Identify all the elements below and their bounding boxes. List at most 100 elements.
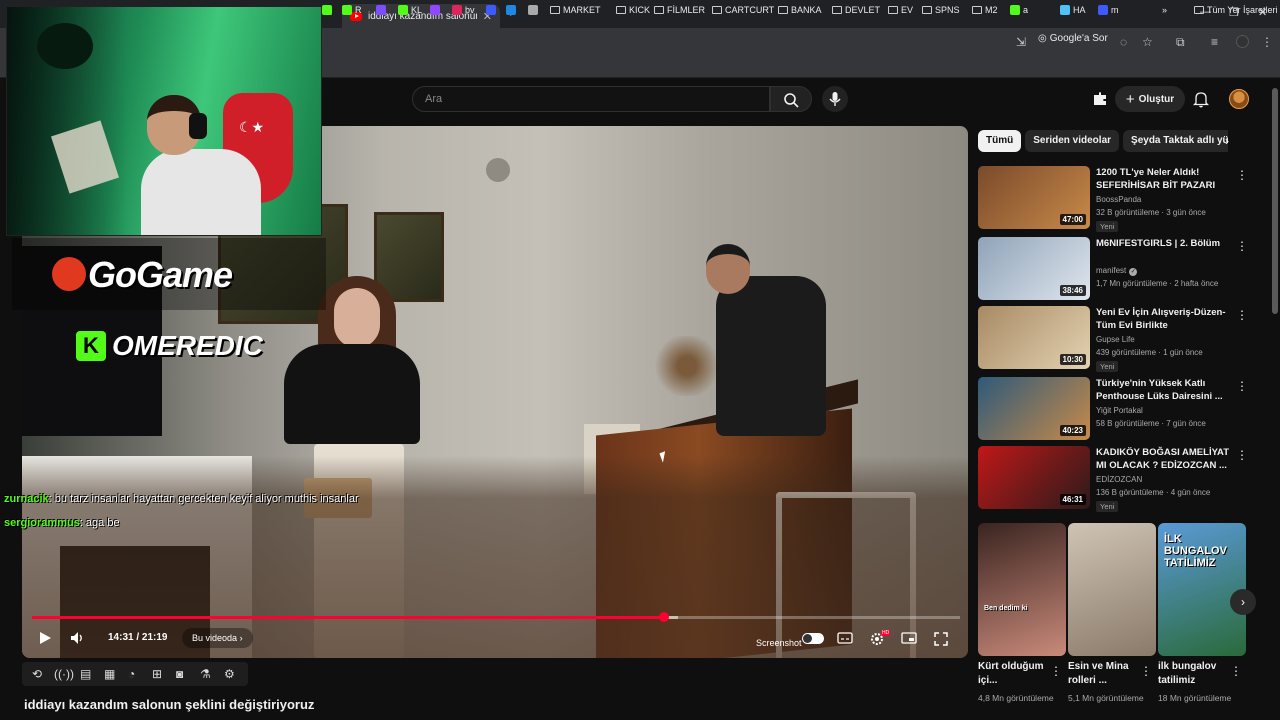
notifications-bell-icon[interactable]: [1193, 90, 1209, 108]
bookmark-favicon-link[interactable]: [430, 5, 440, 15]
more-options-icon[interactable]: ⋮: [1236, 239, 1248, 253]
extension-settings-icon[interactable]: ⚙: [224, 667, 235, 681]
bookmark-item[interactable]: FİLMLER: [654, 5, 705, 15]
video-thumbnail[interactable]: 47:00: [978, 166, 1090, 229]
video-thumbnail[interactable]: 38:46: [978, 237, 1090, 300]
bookmark-item[interactable]: KICK: [616, 5, 650, 15]
view-count-date: 1,7 Mn görüntüleme · 2 hafta önce: [1096, 279, 1219, 288]
bookmark-favicon-link[interactable]: [322, 5, 332, 15]
bookmark-item[interactable]: M2: [972, 5, 998, 15]
bookmark-item[interactable]: a: [1010, 5, 1028, 15]
subtitles-icon[interactable]: [837, 631, 853, 645]
recommended-video[interactable]: 40:23 Türkiye'nin Yüksek Katlı Penthouse …: [978, 377, 1248, 441]
video-thumbnail[interactable]: 46:31: [978, 446, 1090, 509]
google-ask-button[interactable]: ◎ Google'a Sor: [1038, 33, 1108, 44]
speed-gauge-icon[interactable]: ◔: [128, 667, 135, 681]
bookmark-favicon-icon: [486, 5, 496, 15]
bookmark-star-icon[interactable]: ☆: [1142, 35, 1153, 49]
install-app-icon[interactable]: ⇲: [1016, 35, 1026, 49]
video-title-link[interactable]: Türkiye'nin Yüksek Katlı Penthouse Lüks …: [1096, 377, 1232, 403]
short-thumbnail[interactable]: [1068, 523, 1156, 656]
all-bookmarks-link[interactable]: Tüm Yer İşaretleri: [1194, 5, 1278, 15]
short-title[interactable]: Esin ve Mina rolleri ...: [1068, 660, 1144, 688]
add-to-queue-icon[interactable]: ⊞: [152, 667, 162, 681]
more-options-icon[interactable]: ⋮: [1236, 308, 1248, 322]
search-input[interactable]: Ara: [412, 86, 770, 112]
shorts-next-button[interactable]: ›: [1230, 589, 1256, 615]
channel-name[interactable]: manifest ✓: [1096, 266, 1138, 276]
bookmark-favicon-link[interactable]: [486, 5, 496, 15]
bookmarks-overflow-icon[interactable]: »: [1162, 5, 1167, 15]
video-title-link[interactable]: 1200 TL'ye Neler Aldık! SEFERİHİSAR BİT …: [1096, 166, 1232, 192]
channel-name[interactable]: EDİZOZCAN: [1096, 475, 1142, 484]
bookmark-item[interactable]: DEVLET: [832, 5, 880, 15]
filter-chip[interactable]: Şeyda Taktak adlı yük: [1123, 130, 1228, 152]
more-options-icon[interactable]: ⋮: [1236, 168, 1248, 182]
bookmark-item[interactable]: KL: [398, 5, 422, 15]
fullscreen-icon[interactable]: [933, 631, 949, 647]
bookmark-item[interactable]: EV: [888, 5, 913, 15]
chat-username: zurnacik: [4, 493, 49, 505]
recommended-video[interactable]: 47:00 1200 TL'ye Neler Aldık! SEFERİHİSAR…: [978, 166, 1248, 232]
bookmark-item[interactable]: bv: [452, 5, 475, 15]
more-options-icon[interactable]: ⋮: [1236, 448, 1248, 462]
video-thumbnail[interactable]: 40:23: [978, 377, 1090, 440]
create-button[interactable]: + Oluştur: [1115, 86, 1185, 112]
recommended-video[interactable]: 46:31 KADIKÖY BOĞASI AMELİYAT MI OLACAK ?…: [978, 446, 1248, 512]
screenshot-label[interactable]: Screenshot: [756, 638, 802, 648]
video-title-link[interactable]: KADIKÖY BOĞASI AMELİYAT MI OLACAK ? EDİZ…: [1096, 446, 1232, 472]
recommended-video[interactable]: 38:46 M6NIFESTGIRLS | 2. Bölüm manifest ✓ 1,…: [978, 237, 1248, 301]
short-title[interactable]: Kürt olduğum içi...: [978, 660, 1054, 688]
bookmark-item[interactable]: CARTCURT: [712, 5, 774, 15]
audio-waves-icon[interactable]: ((·)): [54, 667, 74, 681]
channel-name[interactable]: Yiğit Portakal: [1096, 406, 1143, 415]
bookmark-favicon-link[interactable]: [528, 5, 538, 15]
bookmark-item[interactable]: m: [1098, 5, 1119, 15]
channel-name[interactable]: BoossPanda: [1096, 195, 1141, 204]
video-title-link[interactable]: Yeni Ev İçin Alışveriş-Düzen-Tüm Evi Bir…: [1096, 306, 1232, 332]
short-caption: İLK BUNGALOV TATİLİMİZ: [1164, 533, 1227, 569]
page-scrollbar[interactable]: [1272, 88, 1278, 314]
channel-name[interactable]: Gupse Life: [1096, 335, 1135, 344]
recommended-video[interactable]: 10:30 Yeni Ev İçin Alışveriş-Düzen-Tüm Ev…: [978, 306, 1248, 372]
bookmark-item[interactable]: BANKA: [778, 5, 822, 15]
more-options-icon[interactable]: ⋮: [1140, 664, 1152, 678]
more-options-icon[interactable]: ⋮: [1230, 664, 1242, 678]
loop-icon[interactable]: ⟲: [32, 667, 42, 681]
short-thumbnail[interactable]: Ben dedim ki: [978, 523, 1066, 656]
chapter-button[interactable]: Bu videoda ›: [182, 628, 253, 648]
filter-chip[interactable]: Tümü: [978, 130, 1022, 152]
more-options-icon[interactable]: ⋮: [1050, 664, 1062, 678]
short-thumbnail[interactable]: İLK BUNGALOV TATİLİMİZ: [1158, 523, 1246, 656]
video-thumbnail[interactable]: 10:30: [978, 306, 1090, 369]
search-button[interactable]: [770, 86, 812, 112]
miniplayer-icon[interactable]: [901, 631, 917, 645]
bookmark-favicon-link[interactable]: [506, 5, 516, 15]
short-title[interactable]: ilk bungalov tatilimiz: [1158, 660, 1234, 688]
volume-icon[interactable]: [70, 631, 86, 645]
bookmark-item[interactable]: SPNS: [922, 5, 960, 15]
chips-next-icon[interactable]: ›: [1225, 134, 1229, 148]
bookmark-item[interactable]: MARKET: [550, 5, 601, 15]
progress-scrubber-handle[interactable]: [659, 612, 669, 622]
bookmark-item[interactable]: R: [342, 5, 362, 15]
theater-icon[interactable]: ▦: [104, 667, 115, 681]
bookmark-favicon-link[interactable]: [376, 5, 386, 15]
more-options-icon[interactable]: ⋮: [1236, 379, 1248, 393]
extensions-icon[interactable]: ⧉: [1176, 35, 1185, 50]
flask-icon[interactable]: ⚗: [200, 667, 211, 681]
media-controls-icon[interactable]: ≡: [1211, 35, 1218, 49]
cinema-mode-icon[interactable]: ▤: [80, 667, 91, 681]
voice-search-button[interactable]: [822, 86, 848, 112]
extension-puzzle-icon[interactable]: [1091, 91, 1109, 107]
play-icon[interactable]: [38, 631, 52, 645]
user-avatar[interactable]: [1229, 89, 1249, 109]
video-title-link[interactable]: M6NIFESTGIRLS | 2. Bölüm: [1096, 237, 1232, 250]
autoplay-toggle[interactable]: [802, 633, 824, 644]
camera-icon[interactable]: ◙: [176, 667, 183, 681]
filter-chip[interactable]: Seriden videolar: [1025, 130, 1120, 152]
browser-profile-avatar[interactable]: [1236, 35, 1249, 48]
tracking-off-icon[interactable]: ◌: [1120, 35, 1127, 49]
bookmark-item[interactable]: HA: [1060, 5, 1086, 15]
browser-menu-icon[interactable]: ⋮: [1261, 35, 1273, 49]
